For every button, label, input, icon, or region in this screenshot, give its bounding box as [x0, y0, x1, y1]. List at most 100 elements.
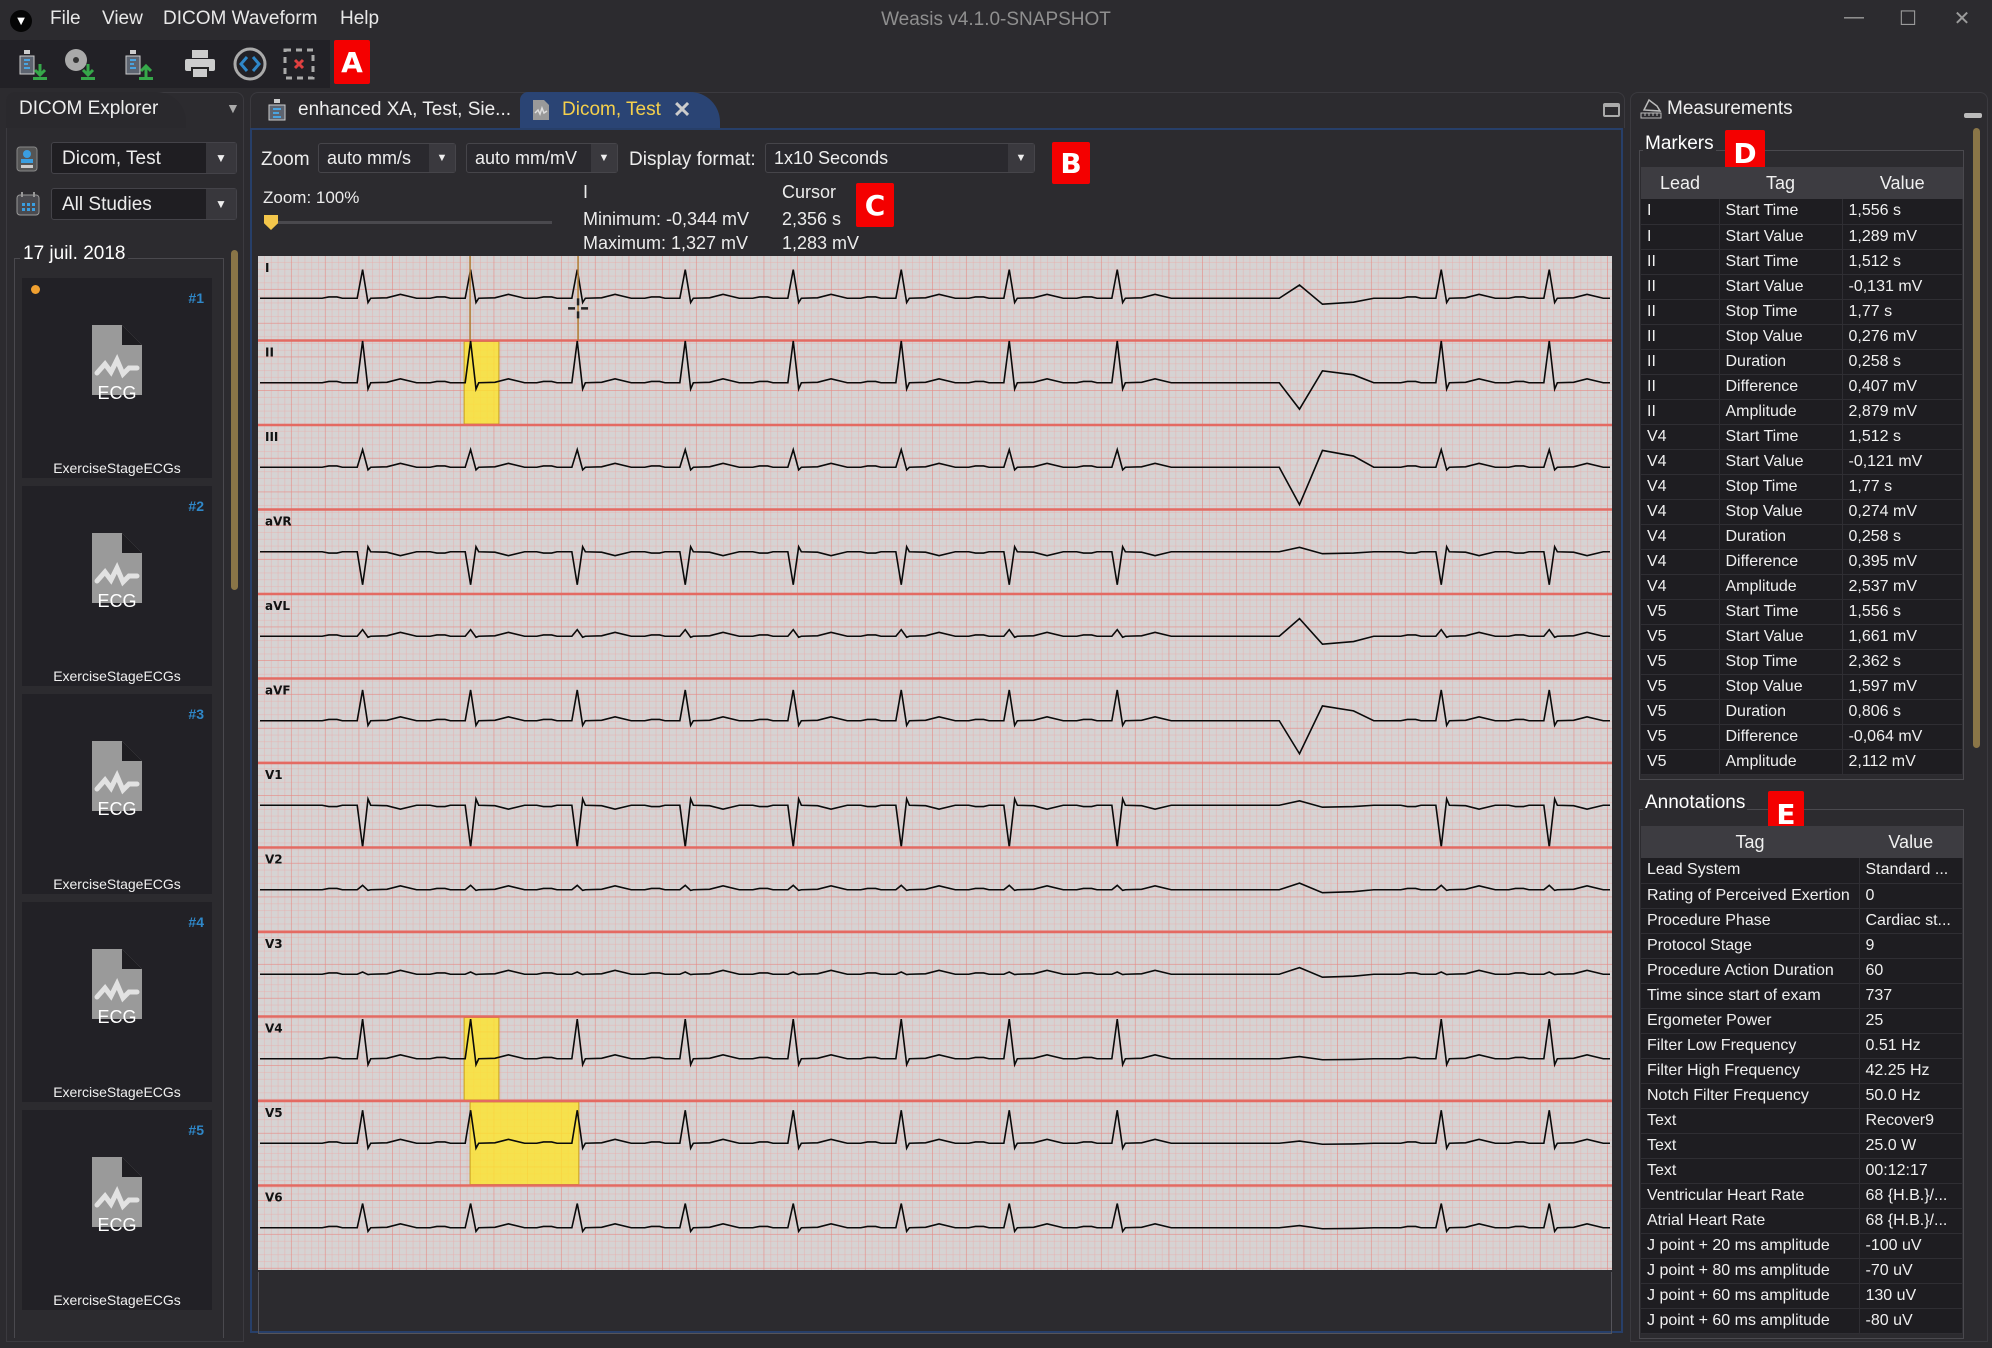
marker-lead: V5	[1641, 724, 1720, 750]
annotation-badge-c: C	[856, 183, 894, 227]
maximize-icon[interactable]: ☐	[1888, 6, 1928, 32]
measure-icon	[1640, 96, 1662, 120]
column-header-tag[interactable]: Tag	[1641, 826, 1859, 858]
annotation-value: -100 uV	[1859, 1233, 1963, 1259]
marker-row[interactable]: V5 Duration 0,806 s	[1641, 699, 1963, 725]
patient-select[interactable]: Dicom, Test ▼	[51, 142, 237, 174]
marker-row[interactable]: II Amplitude 2,879 mV	[1641, 399, 1963, 425]
measurements-scrollbar[interactable]	[1973, 128, 1980, 748]
speed-select[interactable]: auto mm/s ▼	[318, 143, 456, 173]
marker-row[interactable]: II Stop Value 0,276 mV	[1641, 324, 1963, 350]
column-header-tag[interactable]: Tag	[1719, 167, 1842, 199]
explorer-scrollbar[interactable]	[231, 250, 238, 590]
annotation-value: 0	[1859, 883, 1963, 909]
marker-row[interactable]: V4 Duration 0,258 s	[1641, 524, 1963, 550]
tab-close-icon[interactable]: ✕	[673, 97, 691, 123]
marker-row[interactable]: II Duration 0,258 s	[1641, 349, 1963, 375]
annotation-row[interactable]: Rating of Perceived Exertion 0	[1641, 883, 1963, 909]
marker-row[interactable]: V5 Difference -0,064 mV	[1641, 724, 1963, 750]
close-icon[interactable]: ✕	[1942, 6, 1982, 32]
cursor-value: 1,283 mV	[782, 233, 860, 253]
ecg-chart[interactable]: IIIIIIaVRaVLaVFV1V2V3V4V5V6	[258, 256, 1612, 1270]
annotation-row[interactable]: Lead System Standard ...	[1641, 858, 1963, 884]
marker-lead: V5	[1641, 749, 1720, 775]
marker-row[interactable]: II Start Value -0,131 mV	[1641, 274, 1963, 300]
menu-file[interactable]: File	[50, 8, 81, 30]
marker-row[interactable]: V5 Stop Value 1,597 mV	[1641, 674, 1963, 700]
synchronize-icon[interactable]	[230, 44, 270, 84]
import-cd-icon[interactable]	[60, 44, 100, 84]
display-format-select[interactable]: 1x10 Seconds ▼	[765, 143, 1035, 173]
annotation-row[interactable]: Ergometer Power 25	[1641, 1008, 1963, 1034]
annotation-row[interactable]: Procedure Phase Cardiac st...	[1641, 908, 1963, 934]
marker-row[interactable]: V5 Start Value 1,661 mV	[1641, 624, 1963, 650]
marker-row[interactable]: V5 Stop Time 2,362 s	[1641, 649, 1963, 675]
menu-view[interactable]: View	[102, 8, 143, 30]
series-modality: ECG	[97, 1007, 137, 1027]
annotation-row[interactable]: Text 25.0 W	[1641, 1133, 1963, 1159]
annotation-row[interactable]: Text 00:12:17	[1641, 1158, 1963, 1184]
marker-row[interactable]: V5 Amplitude 2,112 mV	[1641, 749, 1963, 775]
column-header-lead[interactable]: Lead	[1641, 167, 1719, 199]
column-header-value[interactable]: Value	[1859, 826, 1963, 858]
minimize-icon[interactable]: —	[1834, 6, 1874, 32]
series-modality: ECG	[97, 383, 137, 403]
marker-row[interactable]: II Difference 0,407 mV	[1641, 374, 1963, 400]
marker-row[interactable]: V4 Stop Time 1,77 s	[1641, 474, 1963, 500]
marker-row[interactable]: V4 Amplitude 2,537 mV	[1641, 574, 1963, 600]
tab-dicom-test[interactable]: Dicom, Test ✕	[520, 92, 720, 128]
amplitude-select[interactable]: auto mm/mV ▼	[466, 143, 618, 173]
zoom-slider-track[interactable]	[266, 221, 552, 224]
series-thumbnail[interactable]: #4 ECG ExerciseStageECGs	[22, 902, 212, 1102]
annotation-row[interactable]: Procedure Action Duration 60	[1641, 958, 1963, 984]
annotation-value: -70 uV	[1859, 1258, 1963, 1284]
marker-row[interactable]: I Start Value 1,289 mV	[1641, 224, 1963, 250]
tab-enhanced-xa[interactable]: enhanced XA, Test, Sie...	[254, 92, 516, 128]
minimize-panel-icon[interactable]	[1964, 113, 1982, 118]
marker-row[interactable]: V4 Difference 0,395 mV	[1641, 549, 1963, 575]
marker-row[interactable]: V5 Start Time 1,556 s	[1641, 599, 1963, 625]
marker-row[interactable]: II Start Time 1,512 s	[1641, 249, 1963, 275]
annotation-row[interactable]: Ventricular Heart Rate 68 {H.B.}/...	[1641, 1183, 1963, 1209]
marker-row[interactable]: II Stop Time 1,77 s	[1641, 299, 1963, 325]
marker-row[interactable]: V4 Stop Value 0,274 mV	[1641, 499, 1963, 525]
import-dicom-icon[interactable]	[12, 44, 52, 84]
waveform-document-icon	[533, 100, 549, 120]
maximize-view-icon[interactable]	[1603, 103, 1620, 117]
export-dicom-icon[interactable]	[118, 44, 158, 84]
calendar-icon	[16, 192, 40, 216]
studies-select[interactable]: All Studies ▼	[51, 188, 237, 220]
annotation-row[interactable]: J point + 60 ms amplitude 130 uV	[1641, 1283, 1963, 1309]
annotation-row[interactable]: J point + 60 ms amplitude -80 uV	[1641, 1308, 1963, 1334]
annotation-row[interactable]: Filter High Frequency 42.25 Hz	[1641, 1058, 1963, 1084]
annotation-row[interactable]: Protocol Stage 9	[1641, 933, 1963, 959]
annotation-badge-b: B	[1052, 142, 1090, 184]
series-thumbnail[interactable]: #1 ECG ExerciseStageECGs	[22, 278, 212, 478]
marker-value: 1,77 s	[1842, 299, 1963, 325]
marker-row[interactable]: V4 Start Value -0,121 mV	[1641, 449, 1963, 475]
marker-row[interactable]: I Start Time 1,556 s	[1641, 199, 1963, 225]
annotation-tag: Lead System	[1641, 858, 1860, 884]
patient-icon	[16, 146, 38, 172]
close-all-icon[interactable]	[279, 44, 319, 84]
marker-row[interactable]: V4 Start Time 1,512 s	[1641, 424, 1963, 450]
print-icon[interactable]	[180, 44, 220, 84]
annotation-tag: Text	[1641, 1108, 1860, 1134]
annotation-row[interactable]: J point + 20 ms amplitude -100 uV	[1641, 1233, 1963, 1259]
xray-icon	[268, 99, 286, 121]
series-thumbnail[interactable]: #5 ECG ExerciseStageECGs	[22, 1110, 212, 1310]
annotation-row[interactable]: Text Recover9	[1641, 1108, 1963, 1134]
annotation-row[interactable]: Filter Low Frequency 0.51 Hz	[1641, 1033, 1963, 1059]
annotation-row[interactable]: J point + 80 ms amplitude -70 uV	[1641, 1258, 1963, 1284]
annotation-row[interactable]: Atrial Heart Rate 68 {H.B.}/...	[1641, 1208, 1963, 1234]
column-header-value[interactable]: Value	[1842, 167, 1963, 199]
menu-dicom-waveform[interactable]: DICOM Waveform	[163, 8, 317, 30]
marker-tag: Difference	[1719, 724, 1843, 750]
annotation-row[interactable]: Notch Filter Frequency 50.0 Hz	[1641, 1083, 1963, 1109]
annotation-row[interactable]: Time since start of exam 737	[1641, 983, 1963, 1009]
annotation-tag: Procedure Phase	[1641, 908, 1860, 934]
chevron-down-icon[interactable]: ▼	[226, 100, 240, 116]
series-thumbnail[interactable]: #2 ECG ExerciseStageECGs	[22, 486, 212, 686]
menu-help[interactable]: Help	[340, 8, 379, 30]
series-thumbnail[interactable]: #3 ECG ExerciseStageECGs	[22, 694, 212, 894]
